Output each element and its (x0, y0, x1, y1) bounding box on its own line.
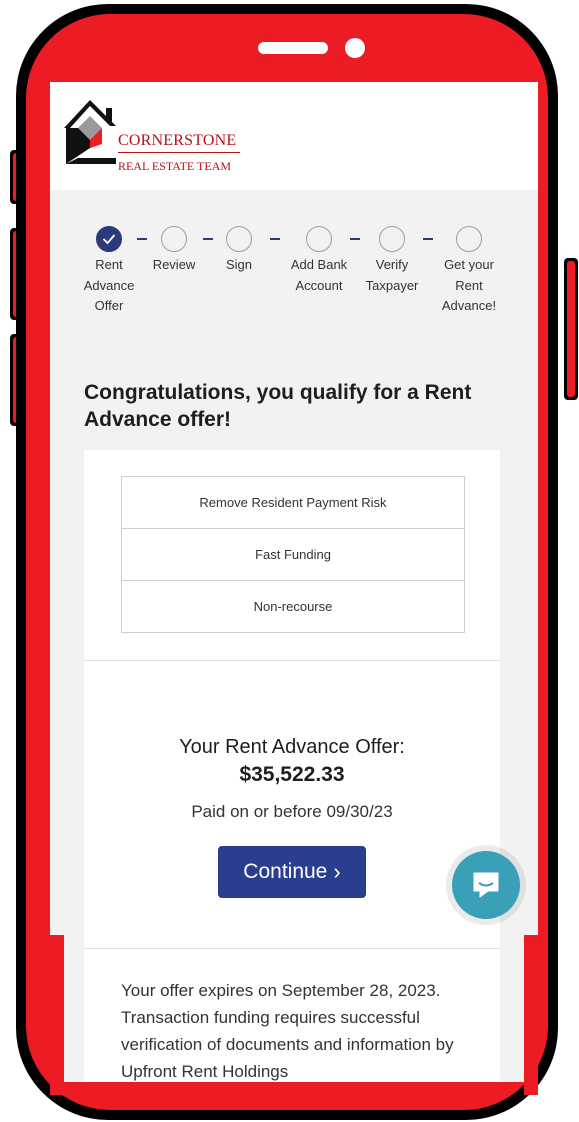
step-get-rent-advance: Get your Rent Advance! (429, 226, 509, 317)
continue-label: Continue (243, 860, 328, 883)
step-pending-icon (379, 226, 405, 252)
offer-paid-date: Paid on or before 09/30/23 (191, 802, 393, 821)
benefit-item: Fast Funding (122, 529, 464, 581)
offer-title: Your Rent Advance Offer: (179, 736, 405, 758)
step-complete-icon (96, 226, 122, 252)
power-button (564, 258, 578, 400)
step-verify-taxpayer: Verify Taxpayer (352, 226, 432, 296)
app-screen: CORNERSTONE REAL ESTATE TEAM Rent Advanc… (50, 82, 538, 1082)
page-title: Congratulations, you qualify for a Rent … (84, 381, 472, 431)
expiry-notice: Your offer expires on September 28, 2023… (121, 981, 454, 1081)
house-logo-icon (64, 100, 116, 164)
step-label: Get your Rent Advance! (441, 257, 497, 313)
chat-icon (473, 872, 499, 898)
card-divider (84, 660, 500, 661)
card-divider (84, 948, 500, 949)
chat-button[interactable] (452, 851, 520, 919)
benefits-list: Remove Resident Payment Risk Fast Fundin… (121, 476, 465, 633)
step-add-bank-account: Add Bank Account (279, 226, 359, 296)
step-pending-icon (226, 226, 252, 252)
speaker-notch (258, 42, 328, 54)
benefit-item: Non-recourse (253, 599, 333, 614)
step-pending-icon (456, 226, 482, 252)
logo-subtitle: REAL ESTATE TEAM (118, 159, 232, 173)
step-label: Verify Taxpayer (365, 257, 419, 293)
step-pending-icon (306, 226, 332, 252)
bezel-edge (524, 935, 538, 1095)
offer-amount: $35,522.33 (239, 763, 345, 786)
logo-rule (118, 152, 240, 153)
step-pending-icon (161, 226, 187, 252)
step-sign: Sign (199, 226, 279, 276)
step-label: Add Bank Account (290, 257, 348, 293)
camera-dot (345, 38, 365, 58)
header: CORNERSTONE REAL ESTATE TEAM (50, 82, 538, 190)
bezel-edge (50, 935, 64, 1095)
logo-wordmark: CORNERSTONE (118, 132, 237, 149)
offer-card: Remove Resident Payment Risk Fast Fundin… (84, 450, 500, 1082)
chevron-right-icon: › (333, 859, 341, 884)
continue-button[interactable]: Continue › (218, 846, 366, 898)
benefit-item: Remove Resident Payment Risk (122, 477, 464, 529)
step-label: Sign (225, 257, 253, 272)
